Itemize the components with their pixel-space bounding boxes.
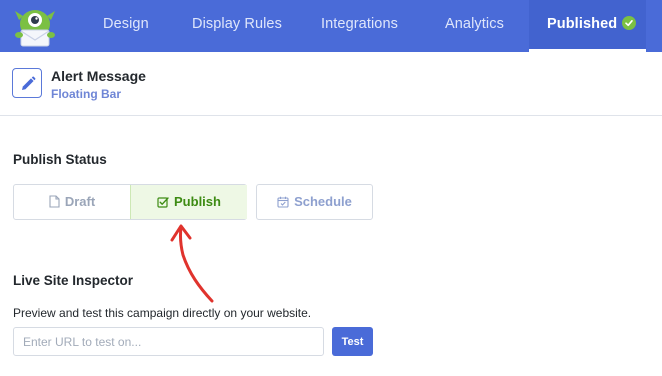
check-circle-icon [622,16,637,30]
schedule-label: Schedule [294,194,352,209]
campaign-title: Alert Message [51,68,146,84]
checkbox-check-icon [157,187,169,221]
schedule-button[interactable]: Schedule [256,184,373,220]
calendar-check-icon [277,187,289,221]
test-button[interactable]: Test [332,327,373,356]
tab-analytics[interactable]: Analytics [445,0,504,52]
publish-status-segmented-control: Draft Publish [13,184,247,220]
publish-button[interactable]: Publish [130,185,247,219]
draft-label: Draft [64,194,96,209]
top-nav-bar: Design Display Rules Integrations Analyt… [0,0,662,52]
live-site-inspector-heading: Live Site Inspector [13,273,134,288]
draft-button[interactable]: Draft [14,185,130,219]
publish-status-heading: Publish Status [13,152,107,167]
tab-integrations[interactable]: Integrations [321,0,398,52]
campaign-type: Floating Bar [51,87,122,101]
annotation-arrow-icon [170,224,214,303]
tab-design[interactable]: Design [103,0,149,52]
tab-published[interactable]: Published [529,0,646,52]
main-content: Publish Status Draft Publish Schedule Li… [0,117,662,376]
test-url-input[interactable] [13,327,324,356]
tab-display-rules[interactable]: Display Rules [192,0,282,52]
inspector-description: Preview and test this campaign directly … [13,306,312,320]
publish-label: Publish [174,194,221,209]
optinmonster-logo-icon[interactable] [12,4,58,50]
pencil-icon [22,76,36,90]
edit-campaign-button[interactable] [12,68,42,98]
tab-published-label: Published [547,16,618,32]
campaign-header: Alert Message Floating Bar [0,52,662,116]
file-icon [49,187,60,221]
